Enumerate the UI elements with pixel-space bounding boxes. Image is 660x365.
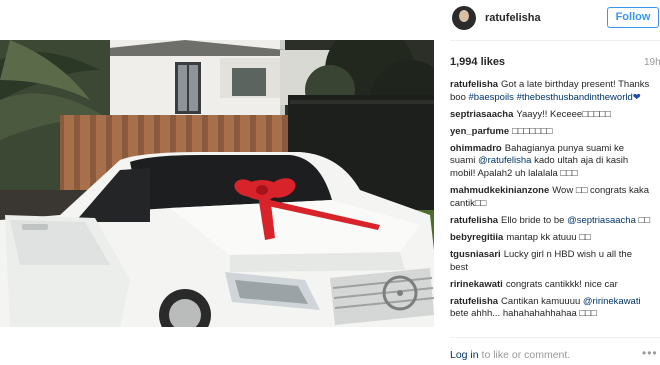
list-item: ririnekawati congrats cantikkk! nice car [450,279,650,292]
list-item: mahmudkekinianzone Wow □□ congrats kaka c… [450,185,650,210]
list-item: ohimmadro Bahagianya punya suami ke suami… [450,143,650,181]
caption: ratufelisha Got a late birthday present! … [450,79,650,104]
comment-text: kado ultah aja di kasih mobil! Apalah2 u… [450,155,629,180]
comment-author[interactable]: ohimmadro [450,143,502,154]
comment-author[interactable]: ratufelisha [450,215,498,226]
comment-text: bete ahhh... hahahahahhahaa □□□ [450,308,597,320]
comment-author[interactable]: ratufelisha [450,79,498,90]
post-header: ratufelisha Follow [434,0,660,40]
comment-author[interactable]: yen_parfume [450,126,509,137]
list-item: tgusniasari Lucky girl n HBD wish u all t… [450,249,650,274]
comment-text: congrats cantikkk! nice car [505,278,618,290]
comment-text: □□ [638,214,650,226]
post-details-panel: ratufelisha Follow 1,994 likes 19h ratuf… [434,0,660,365]
likes-count[interactable]: 1,994 likes [450,56,505,68]
footer-divider [450,337,660,338]
mention-link[interactable]: @ririnekawati [583,296,641,307]
comment-author[interactable]: mahmudkekinianzone [450,185,549,196]
car-photo-image [0,40,434,327]
username-link[interactable]: ratufelisha [485,12,541,24]
list-item: septriasaacha Yaayy!! Keceee□□□□□ [450,109,650,122]
comment-author[interactable]: septriasaacha [450,109,513,120]
post-time[interactable]: 19h [644,57,660,68]
list-item: bebyregitiia mantap kk atuuu □□ [450,232,650,245]
mention-link[interactable]: @ratufelisha [478,155,531,166]
avatar[interactable] [452,6,476,30]
comment-text: Yaayy!! Keceee□□□□□ [516,108,611,120]
login-prompt: Log in to like or comment. [450,349,570,361]
list-item: yen_parfume □□□□□□□ [450,126,650,139]
more-options-icon[interactable]: ••• [642,346,658,360]
comment-text: Cantikan kamuuuu [501,295,581,307]
follow-button[interactable]: Follow [607,7,659,28]
post-photo[interactable] [0,40,434,327]
heart-emoji: ❤ [632,91,641,103]
hashtag-link[interactable]: #thebesthusbandintheworld [517,92,633,103]
header-divider [450,40,660,41]
comment-author[interactable]: ririnekawati [450,279,503,290]
login-prompt-text: to like or comment. [481,349,571,361]
list-item: ratufelisha Ello bride to be @septriasaac… [450,215,650,228]
mention-link[interactable]: @septriasaacha [567,215,636,226]
comment-text: Ello bride to be [501,214,565,226]
comment-text: □□□□□□□ [512,125,553,137]
comment-author[interactable]: bebyregitiia [450,232,503,243]
list-item: ratufelisha Cantikan kamuuuu @ririnekawat… [450,296,650,321]
comments-list: ratufelisha Got a late birthday present! … [450,79,650,326]
comment-author[interactable]: tgusniasari [450,249,501,260]
hashtag-link[interactable]: #baespoils [469,92,514,103]
login-link[interactable]: Log in [450,349,479,361]
comment-text: mantap kk atuuu □□ [506,231,591,243]
comment-author[interactable]: ratufelisha [450,296,498,307]
